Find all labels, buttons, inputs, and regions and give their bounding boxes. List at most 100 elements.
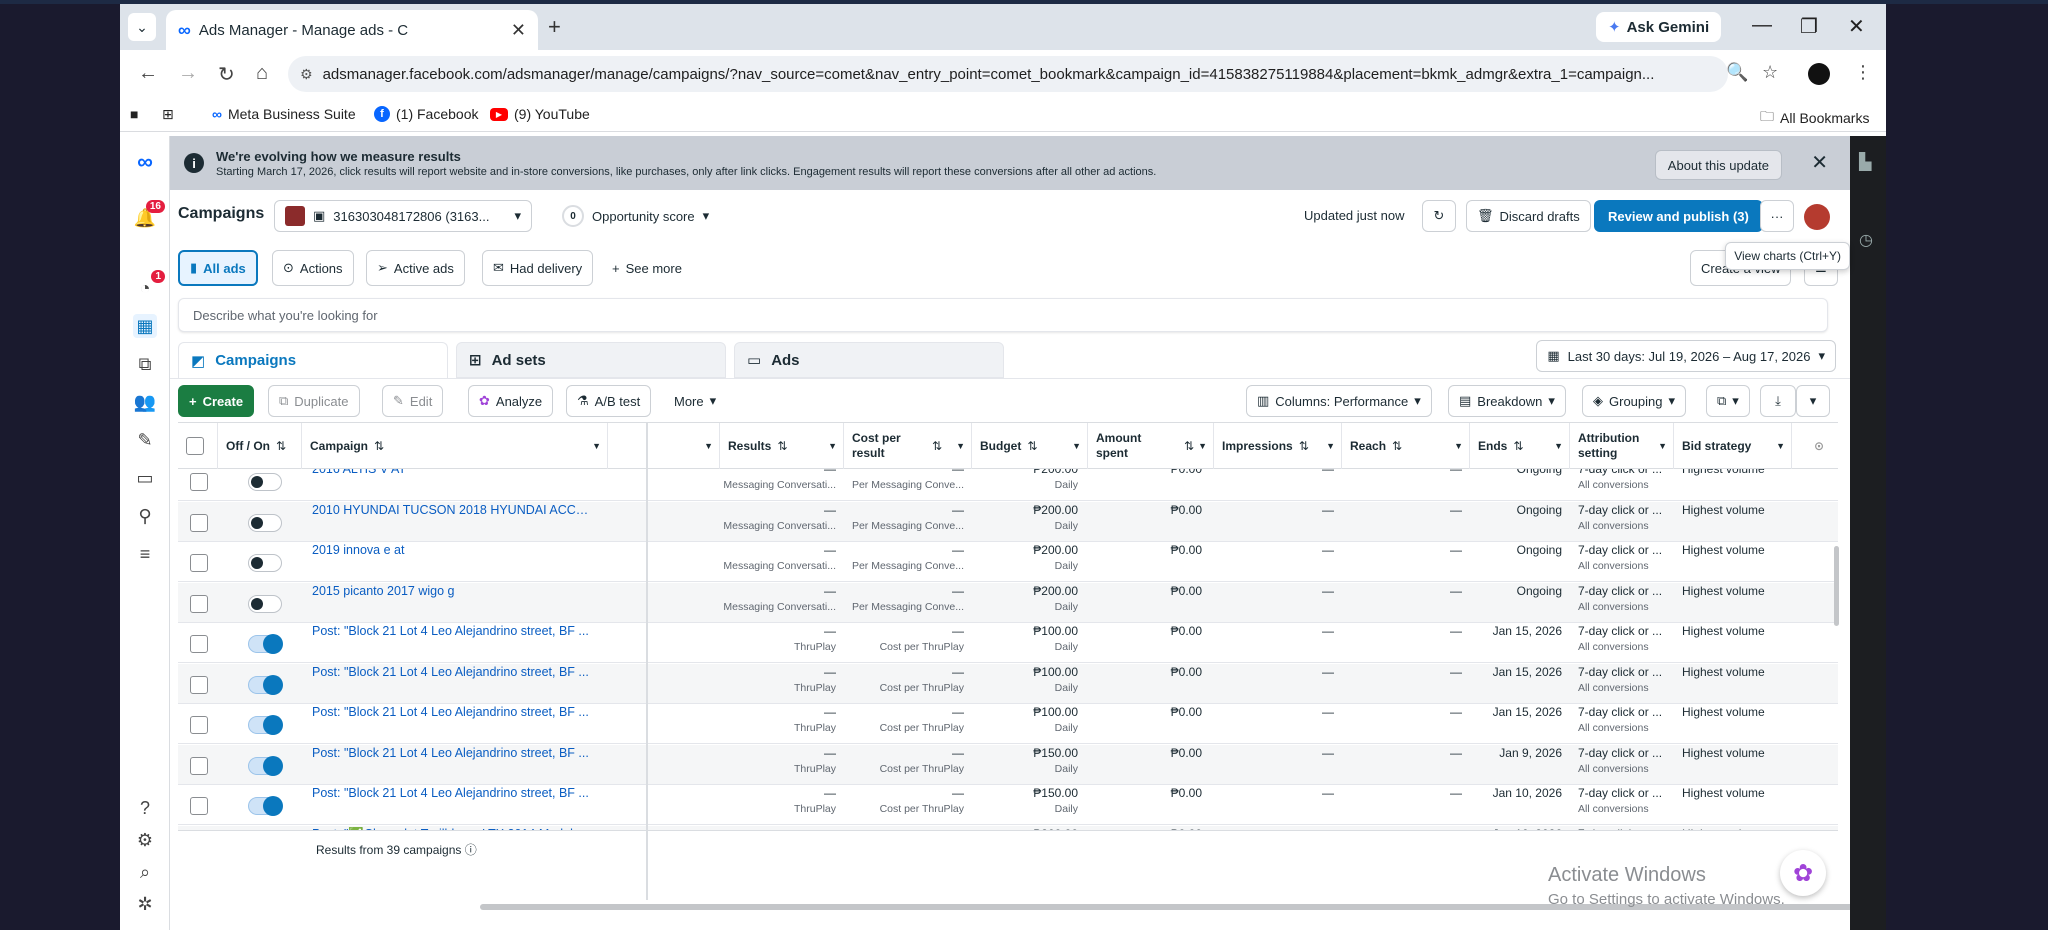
row-checkbox[interactable] xyxy=(190,473,208,491)
grouping-button[interactable]: ◈ Grouping ▾ xyxy=(1582,385,1687,417)
settings-icon[interactable]: ⚙ xyxy=(133,828,157,852)
table-row[interactable]: 2019 innova e at — Messaging Conversati...… xyxy=(178,542,1838,582)
header-impressions[interactable]: Impressions ⇅ ▼ xyxy=(1214,423,1342,469)
header-results[interactable]: Results ⇅ ▼ xyxy=(720,423,844,469)
ask-gemini-button[interactable]: ✦ Ask Gemini xyxy=(1596,12,1722,42)
caret-down-icon[interactable]: ▼ xyxy=(1776,439,1785,454)
info-icon[interactable]: ⓘ xyxy=(465,843,477,857)
all-bookmarks[interactable]: 🗀 All Bookmarks xyxy=(1760,106,1869,130)
home-icon[interactable]: ⌂ xyxy=(256,62,268,85)
campaign-toggle[interactable] xyxy=(248,513,282,532)
row-checkbox[interactable] xyxy=(190,594,208,613)
header-campaign[interactable]: Campaign ⇅ ▼ xyxy=(302,423,608,469)
tab-ad-sets[interactable]: ⊞ Ad sets xyxy=(456,342,726,378)
search-input[interactable]: Describe what you're looking for xyxy=(178,298,1828,332)
campaign-name-link[interactable]: Post: "Block 21 Lot 4 Leo Alejandrino st… xyxy=(312,665,592,679)
refresh-button[interactable]: ↻ xyxy=(1422,200,1456,232)
bug-report-icon[interactable]: ✲ xyxy=(133,892,157,916)
budget-value[interactable]: ₱100.00 xyxy=(972,665,1078,679)
campaign-tools-icon[interactable]: ✎ xyxy=(133,428,157,452)
campaign-toggle[interactable] xyxy=(248,796,283,816)
close-notice-icon[interactable]: ✕ xyxy=(1811,150,1828,175)
site-info-icon[interactable]: ⚙ xyxy=(300,66,313,83)
url-field[interactable]: ⚙ adsmanager.facebook.com/adsmanager/man… xyxy=(288,56,1728,92)
filter-all-ads[interactable]: ▮ All ads xyxy=(178,250,258,286)
meta-logo-icon[interactable]: ∞ xyxy=(133,149,157,174)
caret-down-icon[interactable]: ▼ xyxy=(1554,439,1563,454)
caret-down-icon[interactable]: ▼ xyxy=(828,439,837,454)
tab-ads[interactable]: ▭ Ads xyxy=(734,342,1004,378)
bookmark-star-icon[interactable]: ☆ xyxy=(1762,62,1778,83)
caret-down-icon[interactable]: ▼ xyxy=(1454,439,1463,454)
budget-value[interactable]: ₱150.00 xyxy=(972,746,1078,760)
breakdown-button[interactable]: ▤ Breakdown ▾ xyxy=(1448,385,1566,417)
row-checkbox[interactable] xyxy=(190,513,208,532)
about-update-button[interactable]: About this update xyxy=(1654,150,1782,180)
campaign-toggle[interactable] xyxy=(248,634,283,654)
campaign-name-link[interactable]: Post: "Block 21 Lot 4 Leo Alejandrino st… xyxy=(312,624,592,638)
reload-icon[interactable]: ↻ xyxy=(218,62,235,87)
select-all-checkbox[interactable] xyxy=(186,437,204,455)
opportunity-score[interactable]: 0 Opportunity score ▾ xyxy=(562,200,709,232)
back-icon[interactable]: ← xyxy=(138,62,158,85)
filter-actions[interactable]: ⊙ Actions xyxy=(272,250,354,286)
row-checkbox[interactable] xyxy=(190,756,208,775)
see-more-button[interactable]: + See more xyxy=(602,250,692,286)
assistant-button[interactable]: ✿ xyxy=(1780,850,1826,896)
table-row[interactable]: Post: "Block 21 Lot 4 Leo Alejandrino st… xyxy=(178,663,1838,704)
analyze-button[interactable]: ✿ Analyze xyxy=(468,385,554,417)
history-icon[interactable]: ◷ xyxy=(1859,230,1873,250)
table-row[interactable]: 2010 HYUNDAI TUCSON 2018 HYUNDAI ACCE...… xyxy=(178,501,1838,542)
forward-icon[interactable]: → xyxy=(178,62,198,85)
filter-had-delivery[interactable]: ✉ Had delivery xyxy=(482,250,594,286)
sort-icon[interactable]: ⇅ xyxy=(777,439,787,454)
bookmark-meta-business-suite[interactable]: ∞ Meta Business Suite xyxy=(212,106,356,122)
campaign-name-link[interactable]: 2010 HYUNDAI TUCSON 2018 HYUNDAI ACCE... xyxy=(312,503,592,517)
sort-icon[interactable]: ⇅ xyxy=(1392,439,1402,454)
profile-avatar[interactable] xyxy=(1808,63,1830,85)
table-row[interactable]: Post: "Block 21 Lot 4 Leo Alejandrino st… xyxy=(178,744,1838,785)
apps-icon[interactable]: ■ xyxy=(130,106,138,122)
table-row[interactable]: Post: "Block 21 Lot 4 Leo Alejandrino st… xyxy=(178,623,1838,663)
caret-down-icon[interactable]: ▼ xyxy=(956,439,965,454)
caret-down-icon[interactable]: ▼ xyxy=(1198,439,1207,454)
user-avatar[interactable] xyxy=(1804,204,1830,230)
export-menu-button[interactable]: ▾ xyxy=(1796,385,1830,417)
billing-icon[interactable]: ▭ xyxy=(133,466,157,490)
sort-icon[interactable]: ⇅ xyxy=(1027,439,1037,454)
bookmark-youtube[interactable]: ▶ (9) YouTube xyxy=(490,106,590,122)
campaign-name-link[interactable]: Post: "Block 21 Lot 4 Leo Alejandrino st… xyxy=(312,746,592,760)
campaign-name-link[interactable]: 2015 picanto 2017 wigo g xyxy=(312,584,592,598)
header-reach[interactable]: Reach ⇅ ▼ xyxy=(1342,423,1470,469)
campaign-toggle[interactable] xyxy=(248,674,283,695)
table-row[interactable]: Post: "Block 21 Lot 4 Leo Alejandrino st… xyxy=(178,704,1838,744)
campaign-name-link[interactable]: 2019 innova e at xyxy=(312,543,592,557)
tab-search-button[interactable]: ⌄ xyxy=(128,13,156,41)
edit-button[interactable]: ✎ Edit xyxy=(382,385,444,417)
bookmark-facebook[interactable]: f (1) Facebook xyxy=(374,106,478,122)
vertical-scrollbar[interactable] xyxy=(1834,546,1839,626)
sort-icon[interactable]: ⇅ xyxy=(276,439,286,454)
campaign-toggle[interactable] xyxy=(248,755,283,776)
caret-down-icon[interactable]: ▼ xyxy=(1072,439,1081,454)
row-checkbox[interactable] xyxy=(190,797,208,815)
campaigns-table-icon[interactable]: ▦ xyxy=(133,314,157,338)
more-options-button[interactable]: ··· xyxy=(1760,200,1794,232)
all-tools-icon[interactable]: ≡ xyxy=(133,542,157,566)
table-row[interactable]: Post: "Block 21 Lot 4 Leo Alejandrino st… xyxy=(178,785,1838,825)
campaign-toggle[interactable] xyxy=(248,554,282,572)
close-tab-icon[interactable]: ✕ xyxy=(511,20,526,41)
notifications-icon[interactable]: 🔔 16 xyxy=(133,200,165,230)
header-select-all[interactable] xyxy=(178,423,218,469)
pages-icon[interactable]: ⧉ xyxy=(133,352,157,376)
budget-value[interactable]: ₱100.00 xyxy=(972,624,1078,638)
activity-icon[interactable]: ◔ 1 xyxy=(133,270,165,300)
budget-value[interactable]: ₱100.00 xyxy=(972,705,1078,719)
table-row[interactable]: 2015 picanto 2017 wigo g — Messaging Conve… xyxy=(178,582,1838,623)
zoom-icon[interactable]: 🔍 xyxy=(1726,62,1748,83)
columns-button[interactable]: ▥ Columns: Performance ▾ xyxy=(1246,385,1432,417)
sort-icon[interactable]: ⇅ xyxy=(374,439,384,454)
header-off-on[interactable]: Off / On ⇅ xyxy=(218,423,302,469)
create-button[interactable]: + Create xyxy=(178,385,255,417)
row-checkbox[interactable] xyxy=(190,716,208,734)
